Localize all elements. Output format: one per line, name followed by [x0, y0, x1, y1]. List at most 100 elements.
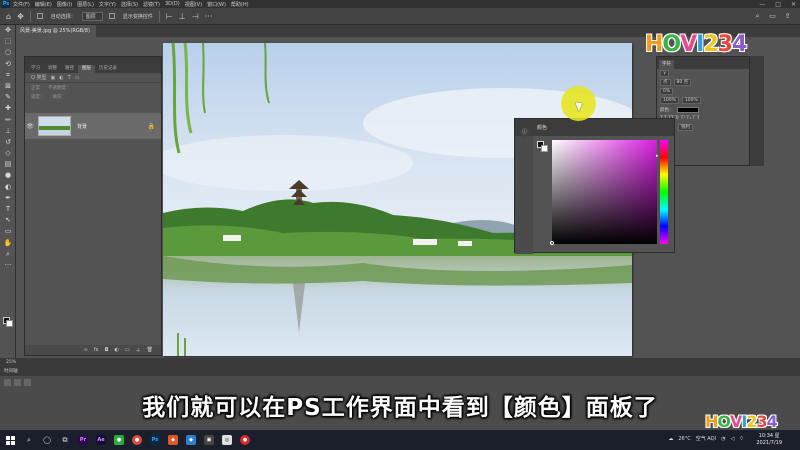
history-brush-tool-icon[interactable]: ↺	[0, 137, 16, 148]
tracking-field[interactable]: 0%	[660, 88, 674, 95]
minimize-icon[interactable]: —	[759, 1, 765, 8]
font-family-select[interactable]: ∨	[660, 70, 670, 77]
blend-mode-dropdown[interactable]: 正常	[31, 85, 40, 91]
path-select-tool-icon[interactable]: ↖	[0, 215, 16, 226]
tab-color[interactable]: 颜色	[537, 124, 547, 131]
menu-type[interactable]: 文字(Y)	[99, 1, 116, 8]
cortana-icon[interactable]: ◯	[38, 430, 56, 450]
maximize-icon[interactable]: □	[775, 1, 781, 8]
antialias-select[interactable]: 锐利	[678, 124, 693, 131]
photoshop-app-icon[interactable]: Ps	[146, 430, 164, 450]
share-icon[interactable]: ⇪	[783, 12, 792, 21]
hue-slider[interactable]	[660, 140, 668, 244]
info-icon[interactable]: ⓘ	[520, 128, 529, 137]
horizontal-scale-field[interactable]: 100%	[681, 97, 701, 104]
document-tab[interactable]: 风景-美景.jpg @ 25%(RGB/8)	[16, 25, 96, 37]
more-options-icon[interactable]: ···	[205, 12, 213, 21]
align-center-icon[interactable]: ⊥	[179, 12, 186, 21]
menu-view[interactable]: 视图(V)	[185, 1, 202, 8]
volume-icon[interactable]: ◁	[730, 436, 734, 442]
gradient-tool-icon[interactable]: ▤	[0, 159, 16, 170]
hand-tool-icon[interactable]: ✋	[0, 238, 16, 249]
close-icon[interactable]: ✕	[791, 1, 796, 8]
healing-tool-icon[interactable]: ✚	[0, 103, 16, 114]
marquee-tool-icon[interactable]: ⬚	[0, 36, 16, 47]
premiere-app-icon[interactable]: Pr	[74, 430, 92, 450]
home-icon[interactable]: ⌂	[6, 12, 11, 21]
move-tool-icon[interactable]: ✥	[17, 12, 24, 21]
font-size-field[interactable]: 点	[660, 79, 671, 86]
timeline-title[interactable]: 时间轴	[0, 368, 800, 376]
app-icon[interactable]: ◆	[182, 430, 200, 450]
tab-character[interactable]: 字符	[659, 60, 674, 69]
vertical-scale-field[interactable]: 100%	[660, 97, 679, 104]
crop-tool-icon[interactable]: ⌗	[0, 70, 16, 81]
menu-help[interactable]: 帮助(H)	[231, 1, 249, 8]
after-effects-app-icon[interactable]: Ae	[92, 430, 110, 450]
visibility-eye-icon[interactable]: 👁	[25, 123, 35, 130]
move-tool-icon[interactable]: ✥	[0, 25, 16, 36]
task-view-icon[interactable]: ⧉	[56, 430, 74, 450]
frame-tool-icon[interactable]: ⊠	[0, 81, 16, 92]
mask-icon[interactable]: ◘	[105, 347, 109, 353]
auto-select-checkbox[interactable]	[36, 13, 45, 20]
play-icon[interactable]	[14, 379, 21, 386]
collapsed-panel-strip[interactable]	[750, 56, 764, 166]
air-quality[interactable]: 空气 AQI	[696, 435, 716, 442]
menu-select[interactable]: 选择(S)	[121, 1, 138, 8]
windows-start-icon[interactable]	[0, 430, 20, 450]
adjustment-layer-icon[interactable]: ◐	[115, 347, 119, 353]
taskbar-clock[interactable]: 10:34 星 2021/7/19	[756, 433, 782, 447]
chrome-app-icon[interactable]: ●	[128, 430, 146, 450]
new-layer-icon[interactable]: ＋	[136, 347, 141, 354]
color-picker-cursor[interactable]	[550, 241, 554, 245]
show-transform-checkbox[interactable]	[108, 13, 117, 20]
menu-filter[interactable]: 滤镜(T)	[143, 1, 160, 8]
menu-layer[interactable]: 图层(L)	[77, 1, 94, 8]
brush-tool-icon[interactable]: ✏	[0, 115, 16, 126]
tab-learn[interactable]: 学习	[27, 65, 44, 73]
saturation-picker[interactable]	[552, 140, 657, 244]
background-color-swatch[interactable]	[541, 145, 548, 152]
weather-icon[interactable]: ☁	[668, 436, 673, 442]
color-panel-header[interactable]: 颜色	[515, 119, 674, 136]
app-icon[interactable]: ◎	[218, 430, 236, 450]
eraser-tool-icon[interactable]: ◇	[0, 148, 16, 159]
type-tool-icon[interactable]: T	[0, 204, 16, 215]
shape-filter-icon[interactable]: ▭	[75, 75, 80, 81]
next-frame-icon[interactable]	[24, 379, 31, 386]
text-color-swatch[interactable]	[676, 106, 699, 113]
menu-file[interactable]: 文件(F)	[13, 1, 30, 8]
eyedropper-tool-icon[interactable]: ✎	[0, 92, 16, 103]
menu-window[interactable]: 窗口(W)	[207, 1, 226, 8]
zoom-level[interactable]: 25%	[6, 360, 16, 365]
menu-edit[interactable]: 编辑(E)	[35, 1, 52, 8]
menu-3d[interactable]: 3D(D)	[165, 1, 180, 7]
tab-adjustments[interactable]: 调整	[44, 65, 61, 73]
workspace-icon[interactable]: ▭	[768, 12, 777, 21]
blur-tool-icon[interactable]: ●	[0, 170, 16, 181]
leading-field[interactable]: 80 点	[673, 79, 692, 86]
pen-tool-icon[interactable]: ✒	[0, 193, 16, 204]
link-layers-icon[interactable]: ∞	[84, 347, 88, 353]
auto-select-dropdown[interactable]: 图层	[81, 11, 103, 21]
background-color-swatch[interactable]	[6, 320, 13, 327]
tab-history[interactable]: 历史记录	[95, 65, 121, 73]
align-right-icon[interactable]: ⊣	[192, 12, 199, 21]
wechat-app-icon[interactable]: ●	[110, 430, 128, 450]
image-filter-icon[interactable]: ▣	[51, 75, 56, 81]
first-frame-icon[interactable]	[4, 379, 11, 386]
fx-icon[interactable]: fx	[94, 347, 99, 353]
search-icon[interactable]: ⌕	[20, 430, 38, 450]
quick-select-tool-icon[interactable]: ⟲	[0, 59, 16, 70]
app-icon[interactable]: ●	[236, 430, 254, 450]
wifi-icon[interactable]: ⌔	[739, 436, 744, 442]
more-tools-icon[interactable]: ···	[0, 260, 16, 271]
menu-image[interactable]: 图像(I)	[57, 1, 72, 8]
hue-marker-icon[interactable]: ▸	[656, 153, 659, 159]
adjust-filter-icon[interactable]: ◐	[59, 75, 63, 81]
shape-tool-icon[interactable]: ▭	[0, 226, 16, 237]
layer-row[interactable]: 👁 背景 🔒	[25, 113, 161, 139]
app-icon[interactable]: ▣	[200, 430, 218, 450]
layer-filter-dropdown[interactable]: Q 类型	[31, 74, 47, 81]
